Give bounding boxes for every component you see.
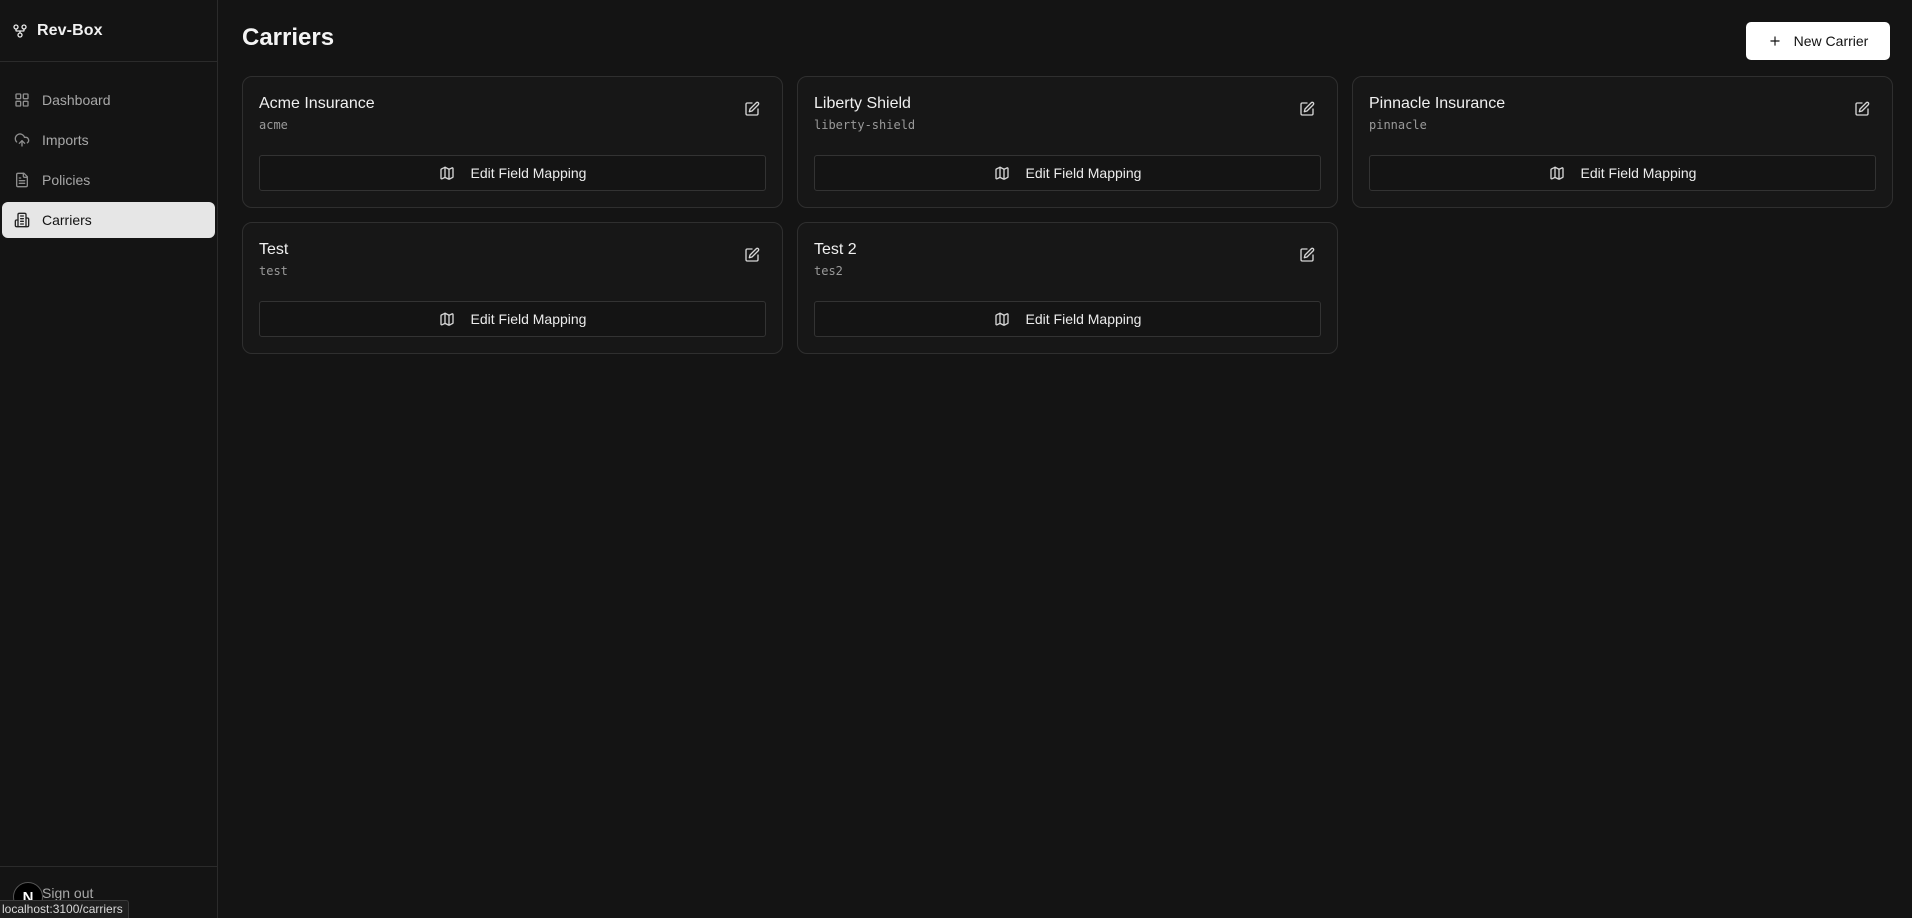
new-carrier-button[interactable]: New Carrier [1746, 22, 1890, 60]
sidebar-item-label: Dashboard [42, 92, 111, 108]
sidebar-item-carriers[interactable]: Carriers [2, 202, 215, 238]
layout-grid-icon [14, 92, 30, 108]
edit-field-mapping-button[interactable]: Edit Field Mapping [814, 155, 1321, 191]
main-content: Carriers New Carrier Acme Insurance acme… [218, 0, 1912, 918]
page-title: Carriers [242, 24, 335, 51]
sidebar-item-label: Carriers [42, 212, 92, 228]
git-fork-icon [12, 23, 28, 39]
file-text-icon [14, 172, 30, 188]
carrier-slug: pinnacle [1369, 118, 1427, 132]
sidebar-item-imports[interactable]: Imports [2, 122, 215, 158]
sidebar: Rev-Box Dashboard Imports Policies Carri… [0, 0, 218, 918]
carrier-name: Liberty Shield [814, 95, 911, 112]
edit-icon[interactable] [1854, 101, 1870, 117]
cloud-upload-icon [14, 132, 30, 148]
edit-field-mapping-label: Edit Field Mapping [470, 165, 587, 181]
map-icon [1549, 165, 1565, 181]
carrier-card: Acme Insurance acme Edit Field Mapping [242, 76, 783, 208]
carrier-slug: tes2 [814, 264, 843, 278]
edit-icon[interactable] [1299, 247, 1315, 263]
carrier-grid: Acme Insurance acme Edit Field Mapping L… [242, 76, 1893, 354]
carrier-slug: liberty-shield [814, 118, 916, 132]
map-icon [439, 311, 455, 327]
edit-field-mapping-button[interactable]: Edit Field Mapping [1369, 155, 1876, 191]
carrier-card: Pinnacle Insurance pinnacle Edit Field M… [1352, 76, 1893, 208]
edit-field-mapping-button[interactable]: Edit Field Mapping [814, 301, 1321, 337]
status-bar-url: localhost:3100/carriers [0, 900, 129, 918]
map-icon [439, 165, 455, 181]
carrier-name: Acme Insurance [259, 95, 375, 112]
carrier-card: Test 2 tes2 Edit Field Mapping [797, 222, 1338, 354]
brand[interactable]: Rev-Box [0, 0, 217, 62]
carrier-card: Liberty Shield liberty-shield Edit Field… [797, 76, 1338, 208]
edit-field-mapping-label: Edit Field Mapping [1025, 311, 1142, 327]
edit-field-mapping-button[interactable]: Edit Field Mapping [259, 301, 766, 337]
sidebar-nav: Dashboard Imports Policies Carriers [0, 62, 217, 238]
app-name: Rev-Box [37, 21, 103, 39]
carrier-slug: test [259, 264, 288, 278]
carrier-name: Pinnacle Insurance [1369, 95, 1506, 112]
edit-field-mapping-button[interactable]: Edit Field Mapping [259, 155, 766, 191]
sidebar-item-label: Imports [42, 132, 89, 148]
map-icon [994, 311, 1010, 327]
edit-icon[interactable] [744, 101, 760, 117]
sidebar-item-label: Policies [42, 172, 91, 188]
building-icon [14, 212, 30, 228]
carrier-card: Test test Edit Field Mapping [242, 222, 783, 354]
map-icon [994, 165, 1010, 181]
sidebar-item-dashboard[interactable]: Dashboard [2, 82, 215, 118]
edit-field-mapping-label: Edit Field Mapping [1580, 165, 1697, 181]
plus-icon [1768, 34, 1782, 48]
carrier-name: Test 2 [814, 241, 857, 258]
sign-out-label: Sign out [42, 885, 94, 901]
sidebar-item-policies[interactable]: Policies [2, 162, 215, 198]
edit-field-mapping-label: Edit Field Mapping [470, 311, 587, 327]
carrier-slug: acme [259, 118, 288, 132]
edit-icon[interactable] [1299, 101, 1315, 117]
edit-field-mapping-label: Edit Field Mapping [1025, 165, 1142, 181]
new-carrier-label: New Carrier [1793, 33, 1869, 49]
carrier-name: Test [259, 241, 289, 258]
edit-icon[interactable] [744, 247, 760, 263]
